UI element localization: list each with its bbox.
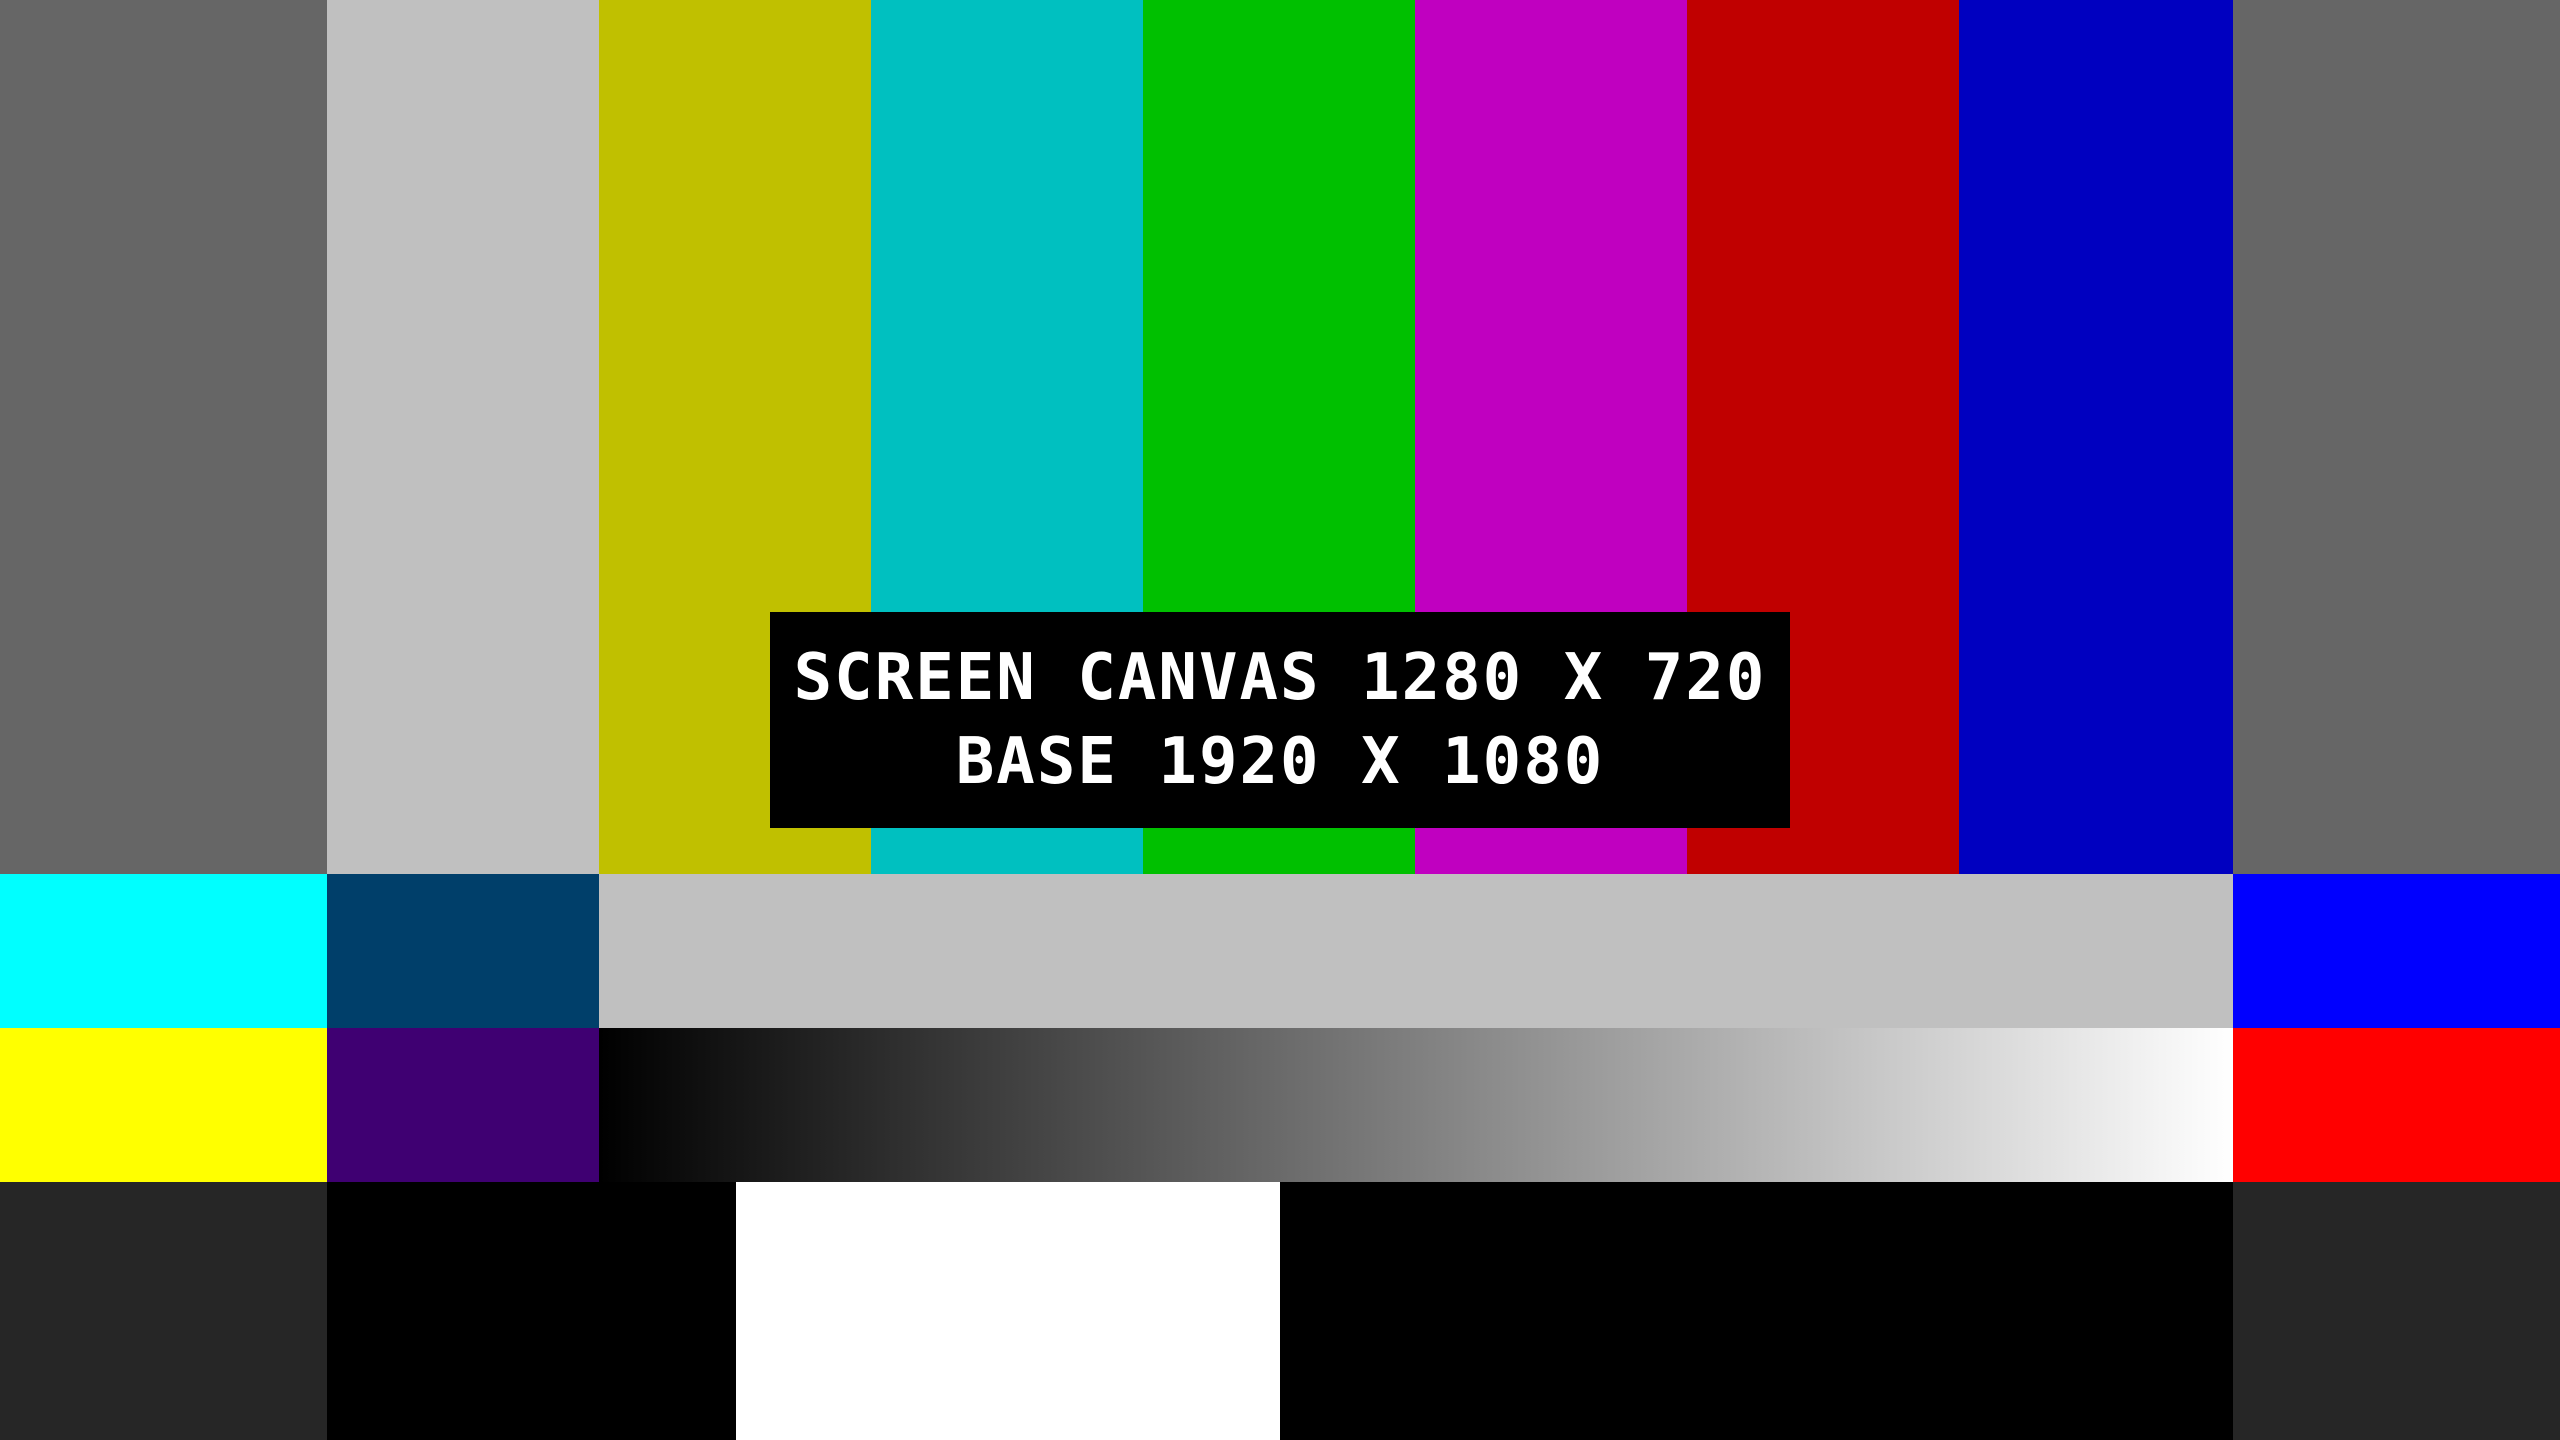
block-black-1: [327, 1182, 736, 1440]
grayscale-ramp: [599, 1028, 2233, 1182]
pluge-row-bottom: [0, 1182, 2560, 1440]
bar-blue: [1959, 0, 2233, 874]
block-cyan: [0, 874, 327, 1028]
block-black-2: [1280, 1182, 2233, 1440]
block-dark-gray-left: [0, 1182, 327, 1440]
color-row-middle-2: [0, 1028, 2560, 1182]
block-blue: [2233, 874, 2560, 1028]
block-yellow: [0, 1028, 327, 1182]
bar-light-gray: [327, 0, 599, 874]
block-purple: [327, 1028, 599, 1182]
test-pattern-screen: SCREEN CANVAS 1280 X 720 BASE 1920 X 108…: [0, 0, 2560, 1440]
block-red: [2233, 1028, 2560, 1182]
resolution-label-box: SCREEN CANVAS 1280 X 720 BASE 1920 X 108…: [770, 612, 1790, 828]
color-row-middle-1: [0, 874, 2560, 1028]
bar-gray-left: [0, 0, 327, 874]
bar-gray-right: [2233, 0, 2560, 874]
block-gray-wide: [599, 874, 2233, 1028]
block-dark-blue: [327, 874, 599, 1028]
block-dark-gray-right: [2233, 1182, 2560, 1440]
block-white: [736, 1182, 1280, 1440]
base-resolution-label: BASE 1920 X 1080: [955, 725, 1605, 799]
screen-canvas-label: SCREEN CANVAS 1280 X 720: [793, 641, 1767, 715]
